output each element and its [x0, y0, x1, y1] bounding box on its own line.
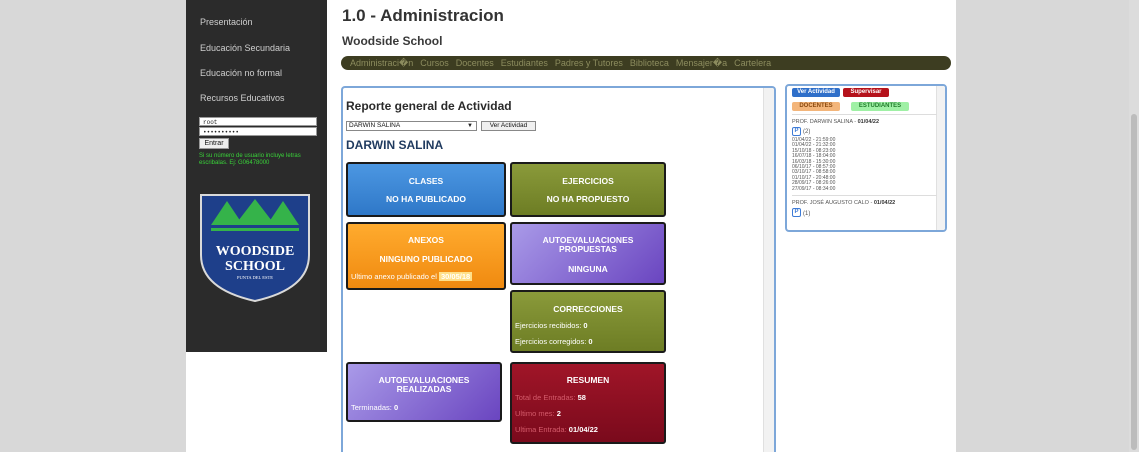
activity-time-item: 27/09/17 - 08:34:00 — [792, 185, 836, 192]
password-field[interactable]: •••••••••• — [199, 127, 317, 136]
woodside-school-logo: WOODSIDE SCHOOL PUNTA DEL ESTE — [200, 194, 310, 303]
page-scrollbar[interactable] — [1129, 0, 1139, 452]
nav-administracion[interactable]: Administraci�n — [350, 58, 413, 69]
card-autoeval-propuestas-title-2: PROPUESTAS — [559, 244, 617, 254]
card-autoevaluaciones-realizadas[interactable]: AUTOEVALUACIONES REALIZADAS Terminadas: … — [346, 362, 502, 422]
resumen-total: Total de Entradas: 58 — [515, 393, 586, 402]
report-panel-scrollbar[interactable] — [763, 88, 774, 452]
corregidos-value: 0 — [588, 337, 593, 346]
logo-text-woodside: WOODSIDE — [216, 244, 295, 259]
card-anexos-last-label: Ultimo anexo publicado el — [351, 272, 437, 281]
recibidos-value: 0 — [583, 321, 588, 330]
sidebar-item-presentacion[interactable]: Presentación — [200, 17, 253, 27]
resumen-ultima: Ultima Entrada: 01/04/22 — [515, 425, 598, 434]
terminadas-value: 0 — [393, 403, 399, 412]
supervisar-chip[interactable]: Supervisar — [843, 88, 889, 97]
card-ejercicios-title: EJERCICIOS — [562, 176, 614, 186]
side-divider-2 — [792, 195, 937, 196]
sidebar-item-recursos-educativos[interactable]: Recursos Educativos — [200, 93, 285, 103]
report-title: Reporte general de Actividad — [346, 99, 512, 113]
ver-actividad-chip[interactable]: Ver Actividad — [792, 88, 840, 97]
card-clases-status: NO HA PUBLICADO — [386, 194, 466, 204]
chevron-down-icon: ▼ — [467, 123, 473, 129]
card-resumen-title: RESUMEN — [566, 375, 610, 385]
nav-padres-tutores[interactable]: Padres y Tutores — [555, 58, 623, 68]
entry2-header: PROF. JOSÉ AUGUSTO CALO - 01/04/22 — [792, 200, 896, 206]
teacher-select-value: DARWIN SALINA — [349, 122, 401, 129]
card-clases[interactable]: CLASES NO HA PUBLICADO — [346, 162, 506, 217]
school-name: Woodside School — [342, 34, 443, 48]
resumen-mes-value: 2 — [556, 409, 561, 418]
entry1-label: PROF. DARWIN SALINA - — [792, 119, 857, 125]
resumen-ultima-value: 01/04/22 — [568, 425, 598, 434]
card-anexos-last: Ultimo anexo publicado el 30/05/18 — [351, 272, 473, 281]
resumen-ultima-label: Ultima Entrada: — [515, 425, 567, 434]
card-resumen[interactable]: RESUMEN Total de Entradas: 58 Ultimo mes… — [510, 362, 666, 444]
nav-docentes[interactable]: Docentes — [456, 58, 494, 68]
nav-biblioteca[interactable]: Biblioteca — [630, 58, 669, 68]
side-panel-scrollbar[interactable] — [936, 86, 945, 230]
card-ejercicios-status: NO HA PROPUESTO — [546, 194, 630, 204]
entry1-date: 01/04/22 — [857, 119, 880, 125]
resumen-total-value: 58 — [577, 393, 586, 402]
card-ejercicios[interactable]: EJERCICIOS NO HA PROPUESTO — [510, 162, 666, 217]
tab-estudiantes[interactable]: ESTUDIANTES — [851, 102, 909, 111]
card-correcciones[interactable]: CORRECCIONES Ejercicios recibidos: 0 Eje… — [510, 290, 666, 353]
card-autoeval-propuestas-status: NINGUNA — [568, 264, 608, 274]
nav-cursos[interactable]: Cursos — [420, 58, 449, 68]
sidebar-item-educacion-no-formal[interactable]: Educación no formal — [200, 68, 282, 78]
page-title: 1.0 - Administracion — [342, 6, 504, 25]
resumen-mes-label: Ultimo mes: — [515, 409, 555, 418]
card-anexos-title: ANEXOS — [408, 235, 444, 245]
nav-mensajeria[interactable]: Mensajer�a — [676, 58, 727, 69]
terminadas-label: Terminadas: — [351, 403, 392, 412]
card-correcciones-recibidos: Ejercicios recibidos: 0 — [515, 321, 588, 330]
logo-text-school: SCHOOL — [225, 259, 285, 274]
entry2-label: PROF. JOSÉ AUGUSTO CALO - — [792, 200, 873, 206]
main-nav: Administraci�n Cursos Docentes Estudiant… — [341, 56, 951, 70]
card-autoevaluaciones-propuestas[interactable]: AUTOEVALUACIONES PROPUESTAS NINGUNA — [510, 222, 666, 285]
sidebar-item-educacion-secundaria[interactable]: Educación Secundaria — [200, 43, 290, 53]
p-icon-2[interactable]: P — [792, 208, 801, 217]
card-anexos[interactable]: ANEXOS NINGUNO PUBLICADO Ultimo anexo pu… — [346, 222, 506, 290]
entry2-count: (1) — [803, 211, 811, 217]
entry2-date: 01/04/22 — [873, 200, 896, 206]
card-clases-title: CLASES — [408, 176, 444, 186]
corregidos-label: Ejercicios corregidos: — [515, 337, 587, 346]
card-anexos-last-date: 30/05/18 — [438, 272, 473, 281]
entry1-count: (2) — [803, 129, 811, 135]
page-scrollbar-thumb[interactable] — [1131, 114, 1137, 450]
card-autoeval-realizadas-title-2: REALIZADAS — [396, 384, 452, 394]
sidebar: Presentación Educación Secundaria Educac… — [186, 0, 327, 352]
recibidos-label: Ejercicios recibidos: — [515, 321, 582, 330]
logo-text-location: PUNTA DEL ESTE — [237, 275, 273, 280]
nav-cartelera[interactable]: Cartelera — [734, 58, 771, 68]
resumen-total-label: Total de Entradas: — [515, 393, 576, 402]
card-correcciones-title: CORRECCIONES — [553, 304, 623, 314]
card-anexos-status: NINGUNO PUBLICADO — [379, 254, 473, 264]
login-button[interactable]: Entrar — [199, 138, 229, 149]
teacher-name-heading: DARWIN SALINA — [346, 138, 444, 152]
p-icon[interactable]: P — [792, 127, 801, 136]
nav-estudiantes[interactable]: Estudiantes — [501, 58, 548, 68]
tab-docentes[interactable]: DOCENTES — [792, 102, 840, 111]
activity-side-panel: Ver Actividad Supervisar DOCENTES ESTUDI… — [785, 84, 947, 232]
username-field[interactable]: root — [199, 117, 317, 126]
card-autoeval-terminadas: Terminadas: 0 — [351, 403, 398, 412]
login-hint: Si su número de usuario incluye letras e… — [199, 153, 301, 166]
resumen-mes: Ultimo mes: 2 — [515, 409, 561, 418]
card-correcciones-corregidos: Ejercicios corregidos: 0 — [515, 337, 593, 346]
entry1-header: PROF. DARWIN SALINA - 01/04/22 — [792, 119, 880, 125]
side-divider — [792, 114, 937, 115]
ver-actividad-button[interactable]: Ver Actividad — [481, 121, 536, 131]
teacher-select[interactable]: DARWIN SALINA ▼ — [346, 121, 477, 131]
